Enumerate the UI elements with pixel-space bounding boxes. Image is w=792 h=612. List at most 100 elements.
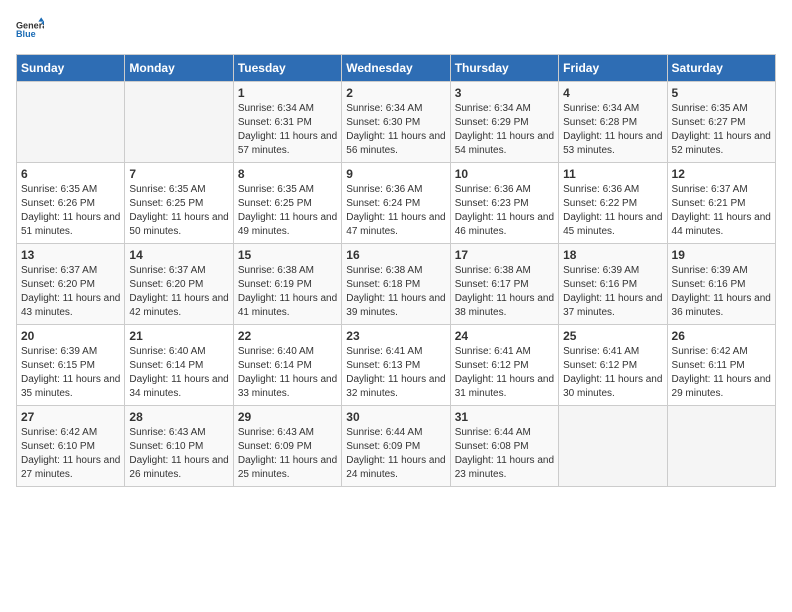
cell-info: Sunrise: 6:44 AM Sunset: 6:08 PM Dayligh… (455, 426, 554, 482)
calendar-cell: 15 Sunrise: 6:38 AM Sunset: 6:19 PM Dayli… (233, 244, 341, 325)
day-number: 19 (672, 248, 771, 262)
day-number: 3 (455, 86, 554, 100)
calendar-cell: 2 Sunrise: 6:34 AM Sunset: 6:30 PM Daylig… (342, 82, 450, 163)
day-number: 28 (129, 410, 228, 424)
calendar-cell: 4 Sunrise: 6:34 AM Sunset: 6:28 PM Daylig… (559, 82, 667, 163)
calendar-cell: 9 Sunrise: 6:36 AM Sunset: 6:24 PM Daylig… (342, 163, 450, 244)
calendar-cell: 30Sunrise: 6:44 AM Sunset: 6:09 PM Dayli… (342, 406, 450, 487)
day-number: 24 (455, 329, 554, 343)
weekday-header-monday: Monday (125, 55, 233, 82)
cell-info: Sunrise: 6:42 AM Sunset: 6:10 PM Dayligh… (21, 426, 120, 482)
calendar-cell (125, 82, 233, 163)
calendar-cell: 5Sunrise: 6:35 AM Sunset: 6:27 PM Daylig… (667, 82, 775, 163)
calendar-cell: 14Sunrise: 6:37 AM Sunset: 6:20 PM Dayli… (125, 244, 233, 325)
calendar-cell: 12 Sunrise: 6:37 AM Sunset: 6:21 PM Dayli… (667, 163, 775, 244)
calendar-week-row: 1Sunrise: 6:34 AM Sunset: 6:31 PM Daylig… (17, 82, 776, 163)
day-number: 6 (21, 167, 120, 181)
day-number: 9 (346, 167, 445, 181)
calendar-table: SundayMondayTuesdayWednesdayThursdayFrid… (16, 54, 776, 487)
calendar-cell: 6 Sunrise: 6:35 AM Sunset: 6:26 PM Daylig… (17, 163, 125, 244)
calendar-week-row: 13 Sunrise: 6:37 AM Sunset: 6:20 PM Dayli… (17, 244, 776, 325)
cell-info: Sunrise: 6:39 AM Sunset: 6:16 PM Dayligh… (672, 264, 771, 320)
day-number: 20 (21, 329, 120, 343)
day-number: 12 (672, 167, 771, 181)
calendar-cell: 26Sunrise: 6:42 AM Sunset: 6:11 PM Dayli… (667, 325, 775, 406)
calendar-cell: 28 Sunrise: 6:43 AM Sunset: 6:10 PM Dayli… (125, 406, 233, 487)
day-number: 18 (563, 248, 662, 262)
day-number: 29 (238, 410, 337, 424)
calendar-cell: 19 Sunrise: 6:39 AM Sunset: 6:16 PM Dayli… (667, 244, 775, 325)
cell-info: Sunrise: 6:34 AM Sunset: 6:30 PM Dayligh… (346, 102, 445, 158)
cell-info: Sunrise: 6:36 AM Sunset: 6:22 PM Dayligh… (563, 183, 662, 239)
calendar-cell: 7 Sunrise: 6:35 AM Sunset: 6:25 PM Daylig… (125, 163, 233, 244)
calendar-cell: 25 Sunrise: 6:41 AM Sunset: 6:12 PM Dayli… (559, 325, 667, 406)
day-number: 25 (563, 329, 662, 343)
calendar-cell: 1Sunrise: 6:34 AM Sunset: 6:31 PM Daylig… (233, 82, 341, 163)
day-number: 27 (21, 410, 120, 424)
day-number: 26 (672, 329, 771, 343)
calendar-cell: 8Sunrise: 6:35 AM Sunset: 6:25 PM Daylig… (233, 163, 341, 244)
cell-info: Sunrise: 6:35 AM Sunset: 6:27 PM Dayligh… (672, 102, 771, 158)
calendar-cell: 11 Sunrise: 6:36 AM Sunset: 6:22 PM Dayli… (559, 163, 667, 244)
cell-info: Sunrise: 6:41 AM Sunset: 6:13 PM Dayligh… (346, 345, 445, 401)
calendar-cell: 29Sunrise: 6:43 AM Sunset: 6:09 PM Dayli… (233, 406, 341, 487)
cell-info: Sunrise: 6:41 AM Sunset: 6:12 PM Dayligh… (455, 345, 554, 401)
cell-info: Sunrise: 6:36 AM Sunset: 6:23 PM Dayligh… (455, 183, 554, 239)
cell-info: Sunrise: 6:35 AM Sunset: 6:25 PM Dayligh… (129, 183, 228, 239)
cell-info: Sunrise: 6:40 AM Sunset: 6:14 PM Dayligh… (129, 345, 228, 401)
calendar-cell (667, 406, 775, 487)
calendar-cell: 18 Sunrise: 6:39 AM Sunset: 6:16 PM Dayli… (559, 244, 667, 325)
day-number: 15 (238, 248, 337, 262)
day-number: 22 (238, 329, 337, 343)
day-number: 13 (21, 248, 120, 262)
day-number: 7 (129, 167, 228, 181)
cell-info: Sunrise: 6:39 AM Sunset: 6:16 PM Dayligh… (563, 264, 662, 320)
cell-info: Sunrise: 6:34 AM Sunset: 6:28 PM Dayligh… (563, 102, 662, 158)
cell-info: Sunrise: 6:37 AM Sunset: 6:21 PM Dayligh… (672, 183, 771, 239)
calendar-cell: 17 Sunrise: 6:38 AM Sunset: 6:17 PM Dayli… (450, 244, 558, 325)
day-number: 17 (455, 248, 554, 262)
calendar-cell: 21 Sunrise: 6:40 AM Sunset: 6:14 PM Dayli… (125, 325, 233, 406)
calendar-cell (559, 406, 667, 487)
calendar-cell: 27 Sunrise: 6:42 AM Sunset: 6:10 PM Dayli… (17, 406, 125, 487)
day-number: 21 (129, 329, 228, 343)
cell-info: Sunrise: 6:34 AM Sunset: 6:29 PM Dayligh… (455, 102, 554, 158)
day-number: 14 (129, 248, 228, 262)
weekday-header-sunday: Sunday (17, 55, 125, 82)
calendar-week-row: 20Sunrise: 6:39 AM Sunset: 6:15 PM Dayli… (17, 325, 776, 406)
calendar-cell: 16 Sunrise: 6:38 AM Sunset: 6:18 PM Dayli… (342, 244, 450, 325)
cell-info: Sunrise: 6:37 AM Sunset: 6:20 PM Dayligh… (21, 264, 120, 320)
cell-info: Sunrise: 6:43 AM Sunset: 6:10 PM Dayligh… (129, 426, 228, 482)
calendar-cell: 22Sunrise: 6:40 AM Sunset: 6:14 PM Dayli… (233, 325, 341, 406)
calendar-cell: 23Sunrise: 6:41 AM Sunset: 6:13 PM Dayli… (342, 325, 450, 406)
weekday-header-thursday: Thursday (450, 55, 558, 82)
cell-info: Sunrise: 6:38 AM Sunset: 6:17 PM Dayligh… (455, 264, 554, 320)
calendar-cell: 10 Sunrise: 6:36 AM Sunset: 6:23 PM Dayli… (450, 163, 558, 244)
calendar-cell (17, 82, 125, 163)
header: General Blue (16, 16, 776, 44)
calendar-week-row: 6 Sunrise: 6:35 AM Sunset: 6:26 PM Daylig… (17, 163, 776, 244)
calendar-cell: 20Sunrise: 6:39 AM Sunset: 6:15 PM Dayli… (17, 325, 125, 406)
calendar-cell: 13 Sunrise: 6:37 AM Sunset: 6:20 PM Dayli… (17, 244, 125, 325)
calendar-cell: 3 Sunrise: 6:34 AM Sunset: 6:29 PM Daylig… (450, 82, 558, 163)
cell-info: Sunrise: 6:34 AM Sunset: 6:31 PM Dayligh… (238, 102, 337, 158)
svg-text:Blue: Blue (16, 29, 36, 39)
logo-icon: General Blue (16, 16, 44, 44)
day-number: 10 (455, 167, 554, 181)
cell-info: Sunrise: 6:44 AM Sunset: 6:09 PM Dayligh… (346, 426, 445, 482)
calendar-cell: 31Sunrise: 6:44 AM Sunset: 6:08 PM Dayli… (450, 406, 558, 487)
cell-info: Sunrise: 6:41 AM Sunset: 6:12 PM Dayligh… (563, 345, 662, 401)
cell-info: Sunrise: 6:38 AM Sunset: 6:19 PM Dayligh… (238, 264, 337, 320)
weekday-header-row: SundayMondayTuesdayWednesdayThursdayFrid… (17, 55, 776, 82)
day-number: 2 (346, 86, 445, 100)
day-number: 11 (563, 167, 662, 181)
day-number: 16 (346, 248, 445, 262)
logo: General Blue (16, 16, 44, 44)
cell-info: Sunrise: 6:36 AM Sunset: 6:24 PM Dayligh… (346, 183, 445, 239)
day-number: 4 (563, 86, 662, 100)
calendar-cell: 24 Sunrise: 6:41 AM Sunset: 6:12 PM Dayli… (450, 325, 558, 406)
cell-info: Sunrise: 6:35 AM Sunset: 6:26 PM Dayligh… (21, 183, 120, 239)
day-number: 8 (238, 167, 337, 181)
cell-info: Sunrise: 6:38 AM Sunset: 6:18 PM Dayligh… (346, 264, 445, 320)
weekday-header-wednesday: Wednesday (342, 55, 450, 82)
